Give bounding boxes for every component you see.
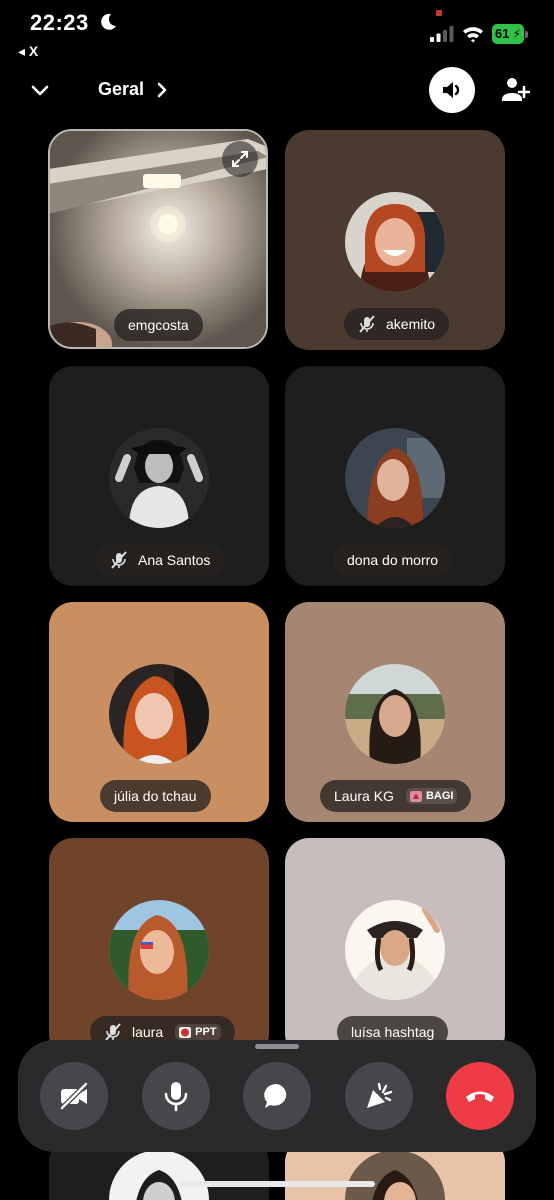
participant-tile[interactable]: Ana Santos bbox=[49, 366, 269, 586]
camera-toggle-button[interactable] bbox=[40, 1062, 108, 1130]
server-tag-label: BAGI bbox=[425, 790, 454, 802]
participant-tile[interactable]: dona do morro bbox=[285, 366, 505, 586]
server-tag: PPT bbox=[175, 1024, 221, 1040]
participant-name: luísa hashtag bbox=[351, 1024, 435, 1040]
moon-icon bbox=[101, 13, 116, 30]
avatar bbox=[345, 192, 445, 292]
participant-name-pill: emgcosta bbox=[114, 309, 203, 341]
participant-tile[interactable]: Laura KG BAGI bbox=[285, 602, 505, 822]
expand-button[interactable] bbox=[222, 141, 258, 177]
participant-name: Ana Santos bbox=[138, 552, 211, 568]
home-indicator[interactable] bbox=[179, 1181, 375, 1187]
mic-muted-icon bbox=[111, 551, 127, 569]
avatar bbox=[345, 664, 445, 764]
avatar bbox=[345, 428, 445, 528]
participant-name-pill: Ana Santos bbox=[96, 544, 225, 576]
microphone-button[interactable] bbox=[142, 1062, 210, 1130]
participant-name: dona do morro bbox=[347, 552, 439, 568]
add-user-button[interactable] bbox=[498, 72, 532, 108]
participant-tile-video[interactable]: emgcosta bbox=[48, 129, 268, 349]
participant-name-pill: Laura KG BAGI bbox=[320, 780, 472, 812]
avatar bbox=[109, 900, 209, 1000]
avatar bbox=[109, 664, 209, 764]
tag-badge-icon bbox=[409, 790, 422, 802]
avatar bbox=[109, 428, 209, 528]
wifi-icon bbox=[463, 27, 483, 43]
chat-bubble-icon bbox=[264, 1083, 287, 1108]
avatar bbox=[345, 900, 445, 1000]
mic-muted-icon bbox=[359, 315, 375, 333]
status-bar: 22:23 ◂ X 61 ⚡ bbox=[0, 0, 554, 66]
party-popper-icon bbox=[367, 1082, 393, 1108]
avatar bbox=[109, 1150, 209, 1200]
participant-tile[interactable]: laura PPT bbox=[49, 838, 269, 1058]
call-control-bar bbox=[18, 1040, 536, 1152]
participant-tile[interactable]: luísa hashtag bbox=[285, 838, 505, 1058]
server-tag-label: PPT bbox=[195, 1026, 217, 1038]
speaker-button[interactable] bbox=[429, 67, 475, 113]
chevron-right-icon[interactable] bbox=[154, 80, 170, 100]
battery-indicator: 61 ⚡ bbox=[492, 24, 528, 44]
recording-indicator bbox=[436, 10, 442, 16]
speaker-icon bbox=[443, 82, 460, 98]
cellular-signal-icon bbox=[430, 26, 454, 42]
chat-button[interactable] bbox=[243, 1062, 311, 1130]
participant-tile[interactable]: akemito bbox=[285, 130, 505, 350]
expand-icon bbox=[232, 151, 248, 167]
chevron-down-icon[interactable] bbox=[28, 80, 52, 100]
add-user-icon bbox=[502, 78, 530, 101]
drag-handle[interactable] bbox=[255, 1044, 299, 1049]
tag-badge-icon bbox=[179, 1026, 192, 1038]
battery-level: 61 bbox=[495, 26, 510, 41]
activities-button[interactable] bbox=[345, 1062, 413, 1130]
back-to-app-link[interactable]: ◂ X bbox=[18, 43, 38, 60]
camera-off-icon bbox=[60, 1082, 88, 1110]
participant-name-pill: akemito bbox=[344, 308, 450, 340]
participant-name-pill: júlia do tchau bbox=[100, 780, 211, 812]
mic-muted-icon bbox=[105, 1023, 121, 1041]
channel-name[interactable]: Geral bbox=[98, 79, 144, 100]
participant-name: júlia do tchau bbox=[114, 788, 197, 804]
participant-name: akemito bbox=[386, 316, 436, 332]
clock: 22:23 bbox=[30, 10, 89, 35]
participant-name: laura bbox=[132, 1024, 164, 1040]
microphone-icon bbox=[164, 1082, 188, 1112]
server-tag: BAGI bbox=[405, 788, 458, 804]
phone-hangup-icon bbox=[466, 1091, 494, 1102]
participant-name: Laura KG bbox=[334, 788, 394, 804]
participant-name: emgcosta bbox=[128, 317, 189, 333]
participant-name-pill: dona do morro bbox=[333, 544, 453, 576]
hang-up-button[interactable] bbox=[446, 1062, 514, 1130]
avatar bbox=[345, 1150, 445, 1200]
participant-tile[interactable]: júlia do tchau bbox=[49, 602, 269, 822]
